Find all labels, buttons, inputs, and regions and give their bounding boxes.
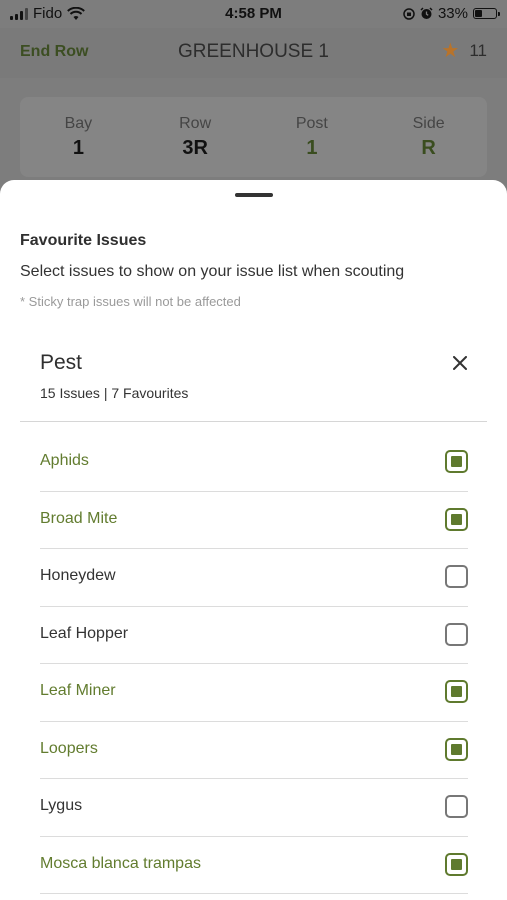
background-screen: Fido 4:58 PM 33% End Row GREENHOUSE 1 ★ … bbox=[0, 0, 507, 200]
location-value: 3R bbox=[182, 136, 208, 159]
favourite-checkbox[interactable] bbox=[445, 622, 468, 646]
issue-row[interactable]: Mosca blanca trampas bbox=[40, 837, 468, 894]
sheet-note: * Sticky trap issues will not be affecte… bbox=[20, 294, 241, 309]
location-label: Side bbox=[412, 114, 445, 132]
close-button[interactable] bbox=[449, 352, 471, 374]
close-icon bbox=[453, 356, 467, 370]
battery-icon bbox=[473, 8, 500, 19]
divider bbox=[20, 421, 487, 422]
location-row: Row 3R bbox=[145, 115, 245, 160]
location-label: Bay bbox=[64, 114, 93, 132]
issue-label: Lygus bbox=[40, 797, 83, 814]
star-icon: ★ bbox=[441, 40, 460, 62]
issue-label: Leaf Hopper bbox=[40, 624, 129, 642]
location-card: Bay 1 Row 3R Post 1 Side R bbox=[20, 97, 487, 177]
issue-row[interactable]: Loopers bbox=[40, 722, 468, 779]
status-right: 33% bbox=[403, 5, 500, 22]
issue-row[interactable]: Leaf Miner bbox=[40, 664, 468, 722]
page-title: GREENHOUSE 1 bbox=[178, 41, 329, 62]
app-header: End Row GREENHOUSE 1 ★ 11 bbox=[0, 28, 507, 78]
location-value: 1 bbox=[72, 136, 84, 159]
location-value: 1 bbox=[306, 136, 318, 159]
location-value: R bbox=[421, 136, 436, 159]
favourite-checkbox[interactable] bbox=[445, 507, 468, 531]
status-bar: Fido 4:58 PM 33% bbox=[0, 0, 507, 28]
group-summary: 15 Issues | 7 Favourites bbox=[40, 385, 189, 401]
issue-row[interactable]: Aphids bbox=[40, 434, 468, 492]
issue-row[interactable]: Honeydew bbox=[40, 549, 468, 607]
issue-label: Broad Mite bbox=[40, 509, 118, 527]
alarm-icon bbox=[420, 7, 433, 19]
sheet-subtitle: Select issues to show on your issue list… bbox=[20, 263, 405, 280]
issue-label: Honeydew bbox=[40, 567, 116, 584]
favourite-issues-sheet: Favourite Issues Select issues to show o… bbox=[0, 180, 507, 900]
location-label: Row bbox=[179, 114, 212, 132]
favourites-counter[interactable]: ★ 11 bbox=[441, 41, 487, 61]
favourite-checkbox[interactable] bbox=[445, 852, 468, 876]
issue-label: Leaf Miner bbox=[40, 682, 116, 699]
sheet-drag-handle[interactable] bbox=[235, 193, 273, 197]
favourite-checkbox[interactable] bbox=[445, 450, 468, 473]
sheet-title: Favourite Issues bbox=[20, 232, 147, 249]
group-title: Pest bbox=[40, 351, 83, 374]
issue-row[interactable]: Lygus bbox=[40, 779, 468, 837]
rotation-lock-icon bbox=[403, 7, 415, 20]
favourite-checkbox[interactable] bbox=[445, 737, 468, 761]
favourite-checkbox[interactable] bbox=[445, 565, 468, 588]
issue-label: Aphids bbox=[40, 452, 89, 469]
issue-label: Mosca blanca trampas bbox=[40, 854, 201, 872]
issue-list: Aphids Broad Mite Honeydew Leaf Hopper L… bbox=[40, 434, 468, 894]
favourite-checkbox[interactable] bbox=[445, 795, 468, 818]
location-side: Side R bbox=[379, 115, 479, 160]
favourites-count: 11 bbox=[469, 41, 487, 60]
issue-label: Loopers bbox=[40, 739, 98, 757]
location-post: Post 1 bbox=[262, 115, 362, 160]
battery-percent: 33% bbox=[437, 5, 468, 22]
location-bay: Bay 1 bbox=[28, 115, 128, 160]
issue-row[interactable]: Leaf Hopper bbox=[40, 607, 468, 664]
issue-row[interactable]: Broad Mite bbox=[40, 492, 468, 549]
favourite-checkbox[interactable] bbox=[445, 680, 468, 703]
location-label: Post bbox=[295, 114, 328, 132]
